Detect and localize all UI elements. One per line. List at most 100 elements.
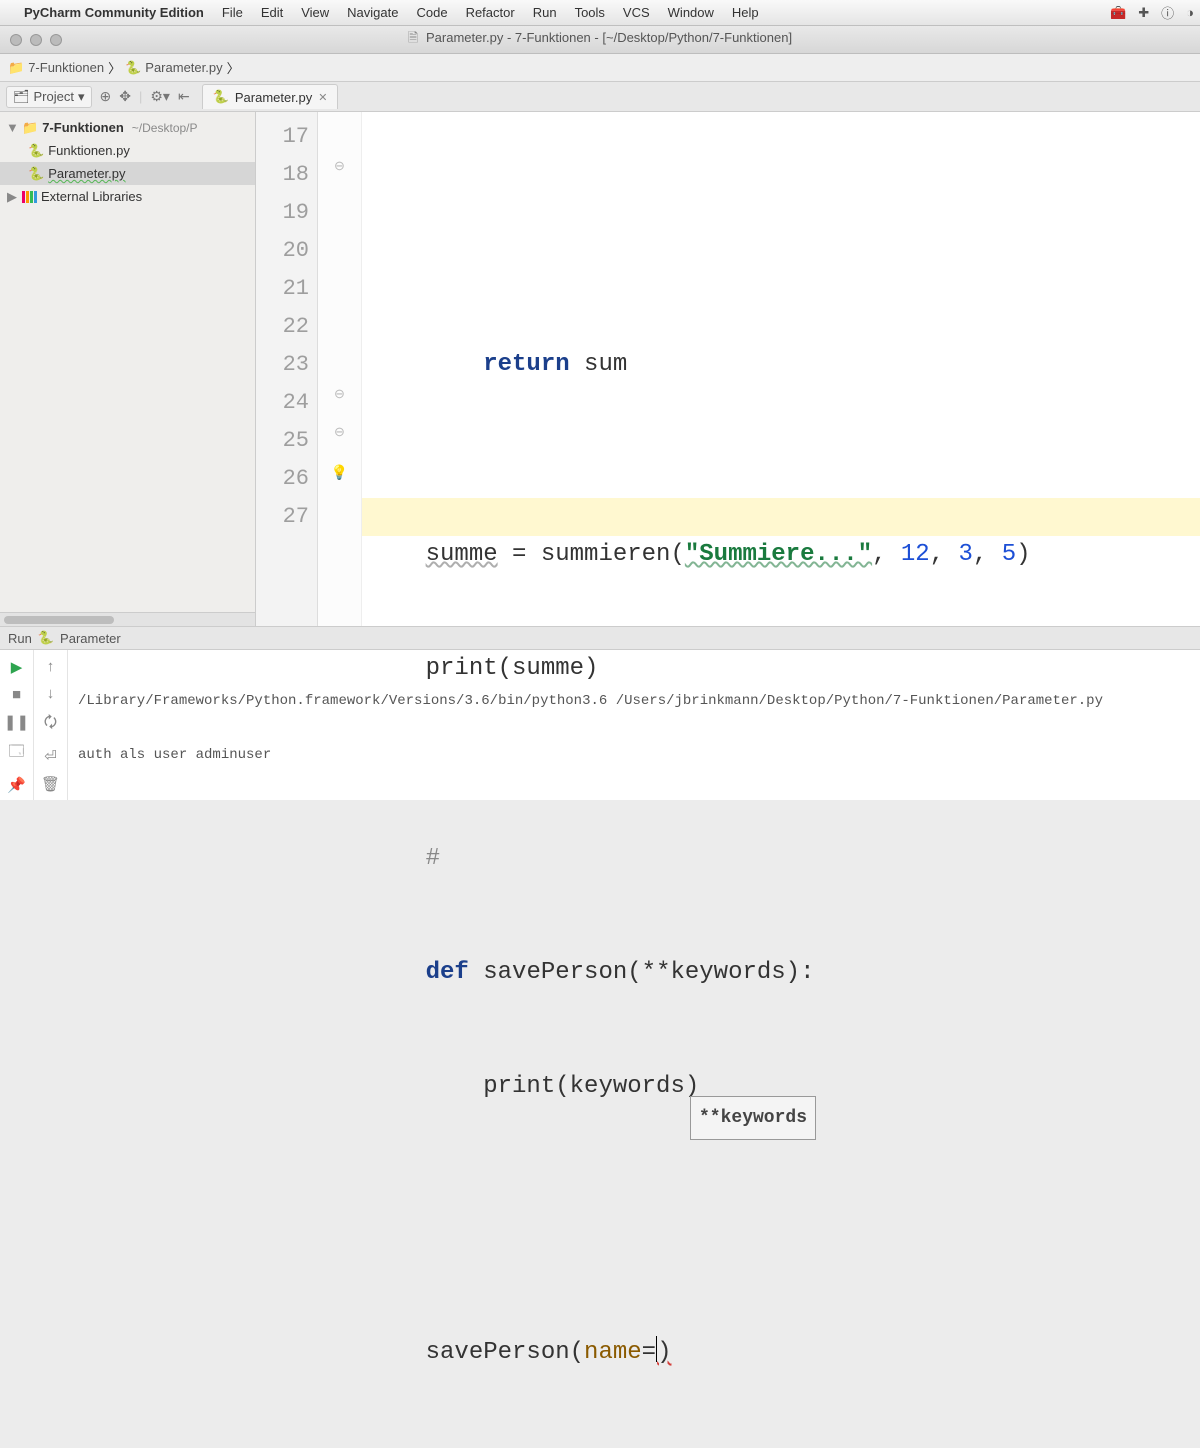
menu-code[interactable]: Code [416,5,447,20]
python-icon: 🐍 [38,630,54,646]
up-stack-icon[interactable]: ↑ [47,658,55,675]
line-number: 17 [256,118,309,156]
hide-tool-window-icon[interactable]: ⇤ [178,88,190,105]
stop-icon[interactable]: ■ [12,686,21,703]
disclosure-open-icon[interactable]: ▼ [6,120,18,135]
sidebar-horizontal-scrollbar[interactable] [0,612,255,626]
code-line: summe = summieren("Summiere...", 12, 3, … [362,536,1200,574]
project-tree[interactable]: ▼ 📁 7-Funktionen ~/Desktop/P 🐍 Funktione… [0,112,255,612]
menu-vcs[interactable]: VCS [623,5,650,20]
menu-refactor[interactable]: Refactor [466,5,515,20]
rerun-icon[interactable]: ▶ [11,658,23,676]
main-split: ▼ 📁 7-Funktionen ~/Desktop/P 🐍 Funktione… [0,112,1200,626]
minimize-window-icon[interactable] [30,34,42,46]
close-tab-icon[interactable]: ✕ [318,91,327,104]
app-name-menu[interactable]: PyCharm Community Edition [24,5,204,20]
python-file-icon: 🐍 [125,60,141,76]
tree-root[interactable]: ▼ 📁 7-Funktionen ~/Desktop/P [0,116,255,139]
line-number: 19 [256,194,309,232]
code-line: print(keywords) **keywords [362,1068,1200,1182]
project-view-combo[interactable]: 🗂 Project ▾ [6,86,92,108]
toolbar-row: 🗂 Project ▾ ⊕ ✥ | ⚙▾ ⇤ 🐍 Parameter.py ✕ [0,82,1200,112]
pin-icon[interactable]: 📌 [7,776,26,794]
line-number: 25 [256,422,309,460]
tray-icon-1[interactable]: 🧰 [1110,5,1126,21]
python-file-icon: 🐍 [28,143,44,159]
menu-run[interactable]: Run [533,5,557,20]
menu-view[interactable]: View [301,5,329,20]
dump-threads-icon[interactable]: 🗔 [8,741,24,766]
menu-file[interactable]: File [222,5,243,20]
title-file: Parameter.py [426,30,503,45]
window-title: 🗎 Parameter.py - 7-Funktionen - [~/Deskt… [0,29,1200,51]
parameter-info-tooltip: **keywords [690,1096,816,1140]
scroll-from-source-icon[interactable]: ✥ [119,88,131,105]
breadcrumb-bar: 📁 7-Funktionen 〉 🐍 Parameter.py 〉 [0,54,1200,82]
project-structure-icon: 🗂 [13,89,30,105]
line-number: 22 [256,308,309,346]
folder-icon: 📁 [8,60,24,76]
menu-tools[interactable]: Tools [575,5,605,20]
soft-wrap-icon[interactable]: ⏎ [44,747,57,765]
intention-bulb-icon[interactable]: 💡 [331,464,348,481]
fold-marker-icon[interactable]: ⊖ [334,386,345,402]
code-line: print(summe) [362,650,1200,688]
tree-external-label: External Libraries [41,189,142,204]
line-number: 21 [256,270,309,308]
fold-marker-icon[interactable]: ⊖ [334,424,345,440]
code-line: # [362,840,1200,878]
restore-layout-icon[interactable]: 🗘 [44,712,57,737]
breadcrumb-sep: 〉 [108,58,121,77]
breadcrumb-file[interactable]: 🐍 Parameter.py [125,60,223,76]
line-number: 23 [256,346,309,384]
menu-window[interactable]: Window [668,5,714,20]
disclosure-closed-icon[interactable]: ▶ [6,189,18,205]
tray-icon-4[interactable]: ◑ [1186,5,1194,20]
tree-root-label: 7-Funktionen [42,120,124,135]
breadcrumb-file-label: Parameter.py [145,60,222,75]
file-icon: 🗎 [408,30,418,45]
python-file-icon: 🐍 [213,89,229,105]
tree-file-selected[interactable]: 🐍 Parameter.py [0,162,255,185]
toolbar-divider: | [139,89,142,104]
breadcrumb-folder[interactable]: 📁 7-Funktionen [8,60,104,76]
code-line: return sum [362,346,1200,384]
tray-icon-2[interactable]: ✚ [1138,5,1149,21]
tree-file-label: Funktionen.py [48,143,130,158]
title-sep: - [507,30,515,45]
breadcrumb-sep: 〉 [227,58,240,77]
code-editor[interactable]: 17 18 19 20 21 22 23 24 25 26 27 ⊖ ⊖ ⊖ 💡… [256,112,1200,626]
window-titlebar: 🗎 Parameter.py - 7-Funktionen - [~/Deskt… [0,26,1200,54]
line-number: 20 [256,232,309,270]
project-view-label: Project [34,89,74,104]
breadcrumb-folder-label: 7-Funktionen [28,60,104,75]
tree-file[interactable]: 🐍 Funktionen.py [0,139,255,162]
run-header-prefix: Run [8,631,32,646]
fold-marker-icon[interactable]: ⊖ [334,158,345,174]
down-stack-icon[interactable]: ↓ [47,685,55,702]
settings-gear-icon[interactable]: ⚙▾ [150,88,170,105]
menu-help[interactable]: Help [732,5,759,20]
editor-tab-label: Parameter.py [235,90,312,105]
scrollbar-thumb[interactable] [4,616,114,624]
delete-icon[interactable]: 🗑 [41,775,60,793]
pause-icon[interactable]: ❚❚ [4,713,29,731]
menu-edit[interactable]: Edit [261,5,283,20]
collapse-all-icon[interactable]: ⊕ [100,88,112,105]
menu-navigate[interactable]: Navigate [347,5,398,20]
project-sidebar: ▼ 📁 7-Funktionen ~/Desktop/P 🐍 Funktione… [0,112,256,626]
title-path: [~/Desktop/Python/7-Funktionen] [602,30,792,45]
line-number: 24 [256,384,309,422]
zoom-window-icon[interactable] [50,34,62,46]
macos-menubar: PyCharm Community Edition File Edit View… [0,0,1200,26]
folder-icon: 📁 [22,120,38,136]
tray-icon-3[interactable]: ⓘ [1161,3,1174,22]
line-number: 26 [256,460,309,498]
tree-external-libraries[interactable]: ▶ External Libraries [0,185,255,208]
close-window-icon[interactable] [10,34,22,46]
tree-file-label: Parameter.py [48,166,125,181]
current-line-highlight [362,498,1200,536]
editor-tab[interactable]: 🐍 Parameter.py ✕ [202,84,339,109]
traffic-lights [0,34,72,46]
code-area[interactable]: return sum summe = summieren("Summiere..… [362,112,1200,626]
